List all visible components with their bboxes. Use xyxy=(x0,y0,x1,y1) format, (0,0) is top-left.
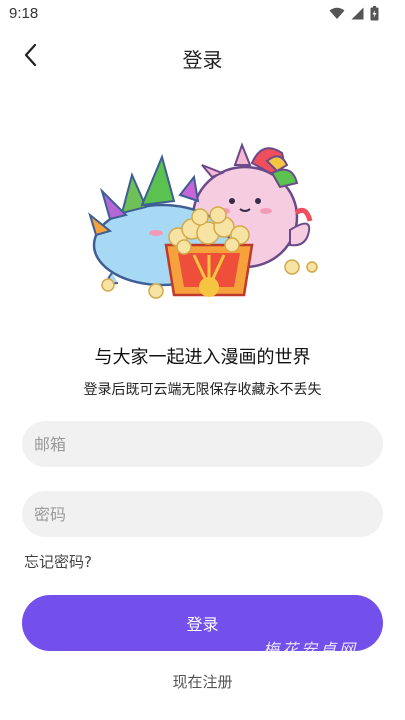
header: 登录 xyxy=(0,36,405,76)
status-bar: 9:18 xyxy=(0,0,405,28)
mascot-popcorn-illustration xyxy=(82,135,324,310)
status-icons xyxy=(329,6,379,21)
battery-icon xyxy=(370,6,379,21)
page-title: 登录 xyxy=(182,48,223,72)
forgot-password-link[interactable]: 忘记密码? xyxy=(24,551,92,572)
watermark: 梅花安卓网 xyxy=(263,640,359,659)
intro-subline: 登录后既可云端无限保存收藏永不丢失 xyxy=(83,382,322,398)
signal-icon xyxy=(351,7,364,20)
wifi-icon xyxy=(329,7,345,20)
email-field[interactable] xyxy=(22,421,383,467)
login-button-label: 登录 xyxy=(186,615,219,634)
intro-headline: 与大家一起进入漫画的世界 xyxy=(94,347,311,368)
password-field[interactable] xyxy=(22,491,383,537)
status-time: 9:18 xyxy=(9,5,39,22)
register-link[interactable]: 现在注册 xyxy=(0,671,405,692)
